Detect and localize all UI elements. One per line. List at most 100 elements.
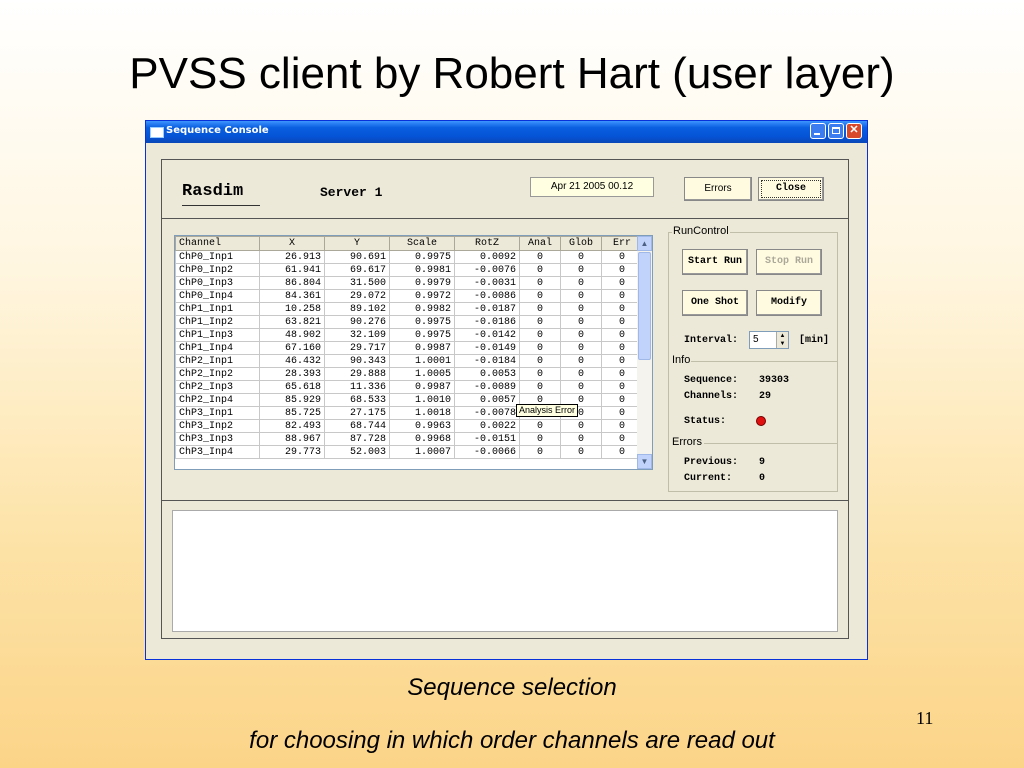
table-cell: 89.102: [324, 302, 390, 316]
table-cell: 29.773: [259, 445, 325, 459]
maximize-icon[interactable]: [828, 123, 844, 139]
table-cell: 0.9987: [389, 341, 455, 355]
table-cell: -0.0086: [454, 289, 520, 303]
table-cell: 0: [519, 419, 561, 433]
table-cell: -0.0184: [454, 354, 520, 368]
column-header[interactable]: Scale: [389, 236, 455, 251]
table-cell: 0.9987: [389, 380, 455, 394]
start-run-button[interactable]: Start Run: [682, 249, 748, 275]
table-cell: -0.0149: [454, 341, 520, 355]
table-row[interactable]: ChP3_Inp4 29.773 52.003 1.0007 -0.0066 0 0 0: [175, 445, 643, 459]
table-cell: ChP1_Inp1: [175, 302, 260, 316]
table-cell: 0: [560, 315, 602, 329]
close-icon[interactable]: ✕: [846, 123, 862, 139]
table-cell: 0: [560, 263, 602, 277]
channel-grid: Channel X Y Scale RotZ Anal Glob Err ChP0_Inp1 2…: [175, 236, 643, 459]
table-cell: 90.691: [324, 250, 390, 264]
table-row[interactable]: ChP2_Inp2 28.393 29.888 1.0005 0.0053 0 0 0: [175, 367, 643, 381]
table-cell: 0: [519, 289, 561, 303]
minimize-icon[interactable]: [810, 123, 826, 139]
table-cell: 0.9968: [389, 432, 455, 446]
table-cell: 0.9982: [389, 302, 455, 316]
table-cell: ChP3_Inp3: [175, 432, 260, 446]
errors-group-label: Errors: [671, 436, 703, 448]
channels-value: 29: [759, 391, 772, 402]
table-cell: 1.0018: [389, 406, 455, 420]
column-header[interactable]: X: [259, 236, 325, 251]
scroll-up-icon[interactable]: ▲: [637, 236, 652, 251]
table-cell: -0.0031: [454, 276, 520, 290]
table-row[interactable]: ChP0_Inp1 26.913 90.691 0.9975 0.0092 0 0 0: [175, 250, 643, 264]
table-row[interactable]: ChP3_Inp2 82.493 68.744 0.9963 0.0022 0 0 0: [175, 419, 643, 433]
system-name: Rasdim: [182, 182, 244, 201]
one-shot-button[interactable]: One Shot: [682, 290, 748, 316]
table-row[interactable]: ChP1_Inp3 48.902 32.109 0.9975 -0.0142 0 0 0: [175, 328, 643, 342]
sequence-label: Sequence:: [684, 375, 739, 386]
scroll-down-icon[interactable]: ▼: [637, 454, 652, 469]
table-cell: 63.821: [259, 315, 325, 329]
table-cell: ChP0_Inp2: [175, 263, 260, 277]
table-cell: 10.258: [259, 302, 325, 316]
console-panel: Rasdim Server 1 Apr 21 2005 00.12 Errors…: [161, 159, 849, 639]
table-cell: 0.9972: [389, 289, 455, 303]
table-row[interactable]: ChP3_Inp3 88.967 87.728 0.9968 -0.0151 0 0 0: [175, 432, 643, 446]
table-cell: 0.0022: [454, 419, 520, 433]
table-cell: 0: [560, 380, 602, 394]
window-title: Sequence Console: [166, 125, 269, 136]
channel-table[interactable]: Channel X Y Scale RotZ Anal Glob Err ChP0_Inp1 2…: [174, 235, 653, 470]
scroll-thumb[interactable]: [638, 252, 651, 360]
divider: [182, 205, 260, 206]
analysis-error-tooltip: Analysis Error: [516, 404, 579, 417]
column-header[interactable]: Anal: [519, 236, 561, 251]
window-titlebar[interactable]: Sequence Console ✕: [146, 121, 867, 143]
table-cell: ChP1_Inp2: [175, 315, 260, 329]
errors-button[interactable]: Errors: [684, 177, 752, 201]
runcontrol-group-label: RunControl: [672, 225, 730, 237]
close-button[interactable]: Close: [758, 177, 824, 201]
table-cell: 82.493: [259, 419, 325, 433]
table-row[interactable]: ChP1_Inp1 10.258 89.102 0.9982 -0.0187 0 0 0: [175, 302, 643, 316]
table-cell: 85.929: [259, 393, 325, 407]
table-cell: 0.0092: [454, 250, 520, 264]
table-cell: 0: [519, 341, 561, 355]
table-row[interactable]: ChP1_Inp2 63.821 90.276 0.9975 -0.0186 0 0 0: [175, 315, 643, 329]
table-cell: ChP3_Inp4: [175, 445, 260, 459]
column-header[interactable]: Channel: [175, 236, 260, 251]
column-header[interactable]: RotZ: [454, 236, 520, 251]
table-cell: 26.913: [259, 250, 325, 264]
slide-title: PVSS client by Robert Hart (user layer): [129, 49, 895, 98]
sequence-value: 39303: [759, 375, 790, 386]
info-divider: [689, 361, 837, 362]
table-cell: 86.804: [259, 276, 325, 290]
modify-button[interactable]: Modify: [756, 290, 822, 316]
channels-label: Channels:: [684, 391, 739, 402]
table-row[interactable]: ChP0_Inp3 86.804 31.500 0.9979 -0.0031 0 0 0: [175, 276, 643, 290]
current-errors-value: 0: [759, 473, 766, 484]
table-cell: 61.941: [259, 263, 325, 277]
log-output-area[interactable]: [172, 510, 838, 632]
previous-errors-label: Previous:: [684, 457, 739, 468]
table-scrollbar[interactable]: ▲ ▼: [637, 236, 652, 469]
table-row[interactable]: ChP2_Inp1 46.432 90.343 1.0001 -0.0184 0 0 0: [175, 354, 643, 368]
info-group-label: Info: [671, 354, 692, 366]
interval-stepper[interactable]: 5 ▲ ▼: [749, 331, 789, 349]
table-cell: 0: [560, 328, 602, 342]
table-cell: 0.0053: [454, 367, 520, 381]
table-cell: -0.0076: [454, 263, 520, 277]
table-row[interactable]: ChP2_Inp3 65.618 11.336 0.9987 -0.0089 0 0 0: [175, 380, 643, 394]
table-row[interactable]: ChP0_Inp4 84.361 29.072 0.9972 -0.0086 0 0 0: [175, 289, 643, 303]
table-cell: 0: [519, 380, 561, 394]
column-header[interactable]: Y: [324, 236, 390, 251]
table-cell: -0.0186: [454, 315, 520, 329]
column-header[interactable]: Glob: [560, 236, 602, 251]
table-row[interactable]: ChP0_Inp2 61.941 69.617 0.9981 -0.0076 0 0 0: [175, 263, 643, 277]
table-cell: 46.432: [259, 354, 325, 368]
stepper-arrows-icon[interactable]: ▲ ▼: [776, 332, 788, 348]
table-cell: 0: [560, 289, 602, 303]
table-row[interactable]: ChP1_Inp4 67.160 29.717 0.9987 -0.0149 0 0 0: [175, 341, 643, 355]
table-cell: 0: [560, 276, 602, 290]
table-cell: 27.175: [324, 406, 390, 420]
caption-line-1: Sequence selection: [407, 674, 617, 701]
stop-run-button[interactable]: Stop Run: [756, 249, 822, 275]
table-cell: ChP0_Inp3: [175, 276, 260, 290]
